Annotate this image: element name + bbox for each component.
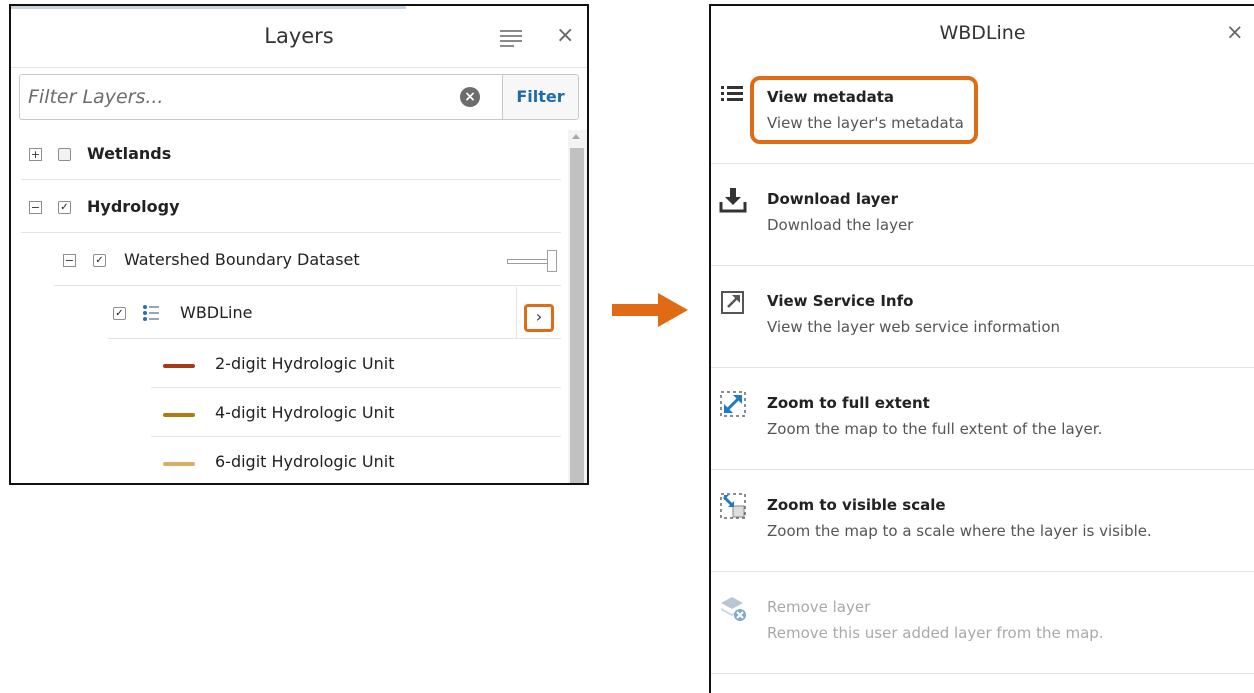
layer-checkbox[interactable]: ✓ [113,307,126,320]
collapse-toggle[interactable]: − [29,201,42,214]
layer-label: WBDLine [180,303,253,322]
layer-options-panel: WBDLine × View metadata View the layer's… [709,4,1254,693]
clear-filter-icon[interactable]: × [460,87,480,107]
legend-swatch [163,462,195,466]
layer-row-hydrology[interactable]: − ✓ Hydrology [21,181,561,233]
option-subtitle: Zoom the map to the full extent of the l… [767,420,1103,438]
option-subtitle: View the layer web service information [767,318,1061,336]
divider [516,287,517,339]
layer-row-wbdline[interactable]: ✓ WBDLine › [108,287,561,339]
filter-box: × [19,74,503,120]
option-subtitle: Zoom the map to a scale where the layer … [767,522,1152,540]
legend-item: 6-digit Hydrologic Unit [151,438,561,483]
zoom-visible-scale-option[interactable]: Zoom to visible scale Zoom the map to a … [711,470,1254,572]
download-icon [719,188,747,213]
visible-scale-icon [720,493,746,519]
right-arrow-icon [612,293,688,327]
layers-scrollbar[interactable] [568,130,587,483]
metadata-highlight [750,76,978,144]
option-title: Zoom to full extent [767,394,930,412]
scroll-up-arrow-icon[interactable] [572,134,580,139]
legend-list-icon[interactable] [142,304,160,322]
zoom-full-extent-option[interactable]: Zoom to full extent Zoom the map to the … [711,368,1254,470]
layers-panel: Layers × × Filter + Wetlands − ✓ Hydrolo… [9,4,589,485]
collapse-toggle[interactable]: − [63,254,76,267]
legend-swatch [163,364,195,368]
external-link-icon [721,291,744,314]
layer-label: Watershed Boundary Dataset [124,250,360,269]
options-title: WBDLine [939,22,1026,44]
option-title: Download layer [767,190,898,208]
option-subtitle: Remove this user added layer from the ma… [767,624,1104,642]
list-icon [721,86,743,101]
close-layers-button[interactable]: × [556,23,574,48]
filter-layers-input[interactable] [28,84,448,110]
scroll-thumb[interactable] [570,148,584,483]
legend-item: 2-digit Hydrologic Unit [151,340,561,388]
layer-label: Hydrology [87,197,180,216]
option-subtitle: Download the layer [767,216,914,234]
legend-label: 4-digit Hydrologic Unit [215,403,395,422]
filter-button[interactable]: Filter [503,74,579,120]
remove-layer-option[interactable]: Remove layer Remove this user added laye… [711,572,1254,674]
view-service-info-option[interactable]: View Service Info View the layer web ser… [711,266,1254,368]
layer-options-button[interactable]: › [524,304,554,332]
download-layer-option[interactable]: Download layer Download the layer [711,164,1254,266]
layer-checkbox[interactable]: ✓ [58,201,71,214]
layer-row-wetlands[interactable]: + Wetlands [21,128,561,180]
layer-checkbox[interactable]: ✓ [93,254,106,267]
full-extent-icon [720,391,746,417]
option-title: Zoom to visible scale [767,496,946,514]
legend-label: 6-digit Hydrologic Unit [215,452,395,471]
option-title: View Service Info [767,292,914,310]
menu-icon[interactable] [500,30,522,47]
layer-row-watershed[interactable]: − ✓ Watershed Boundary Dataset [54,234,561,286]
legend-item: 4-digit Hydrologic Unit [151,389,561,437]
opacity-slider[interactable] [507,250,561,272]
layer-tree: + Wetlands − ✓ Hydrology − ✓ Watershed B… [11,128,571,483]
layer-checkbox[interactable] [58,148,71,161]
legend-swatch [163,413,195,417]
layers-header: Layers × [11,6,587,68]
option-title: Remove layer [767,598,871,616]
expand-toggle[interactable]: + [29,148,42,161]
filter-row: × Filter [19,74,579,120]
close-options-button[interactable]: × [1226,20,1244,44]
remove-layer-icon [721,597,746,621]
options-header: WBDLine × [711,6,1254,62]
legend-label: 2-digit Hydrologic Unit [215,354,395,373]
layer-label: Wetlands [87,144,172,163]
